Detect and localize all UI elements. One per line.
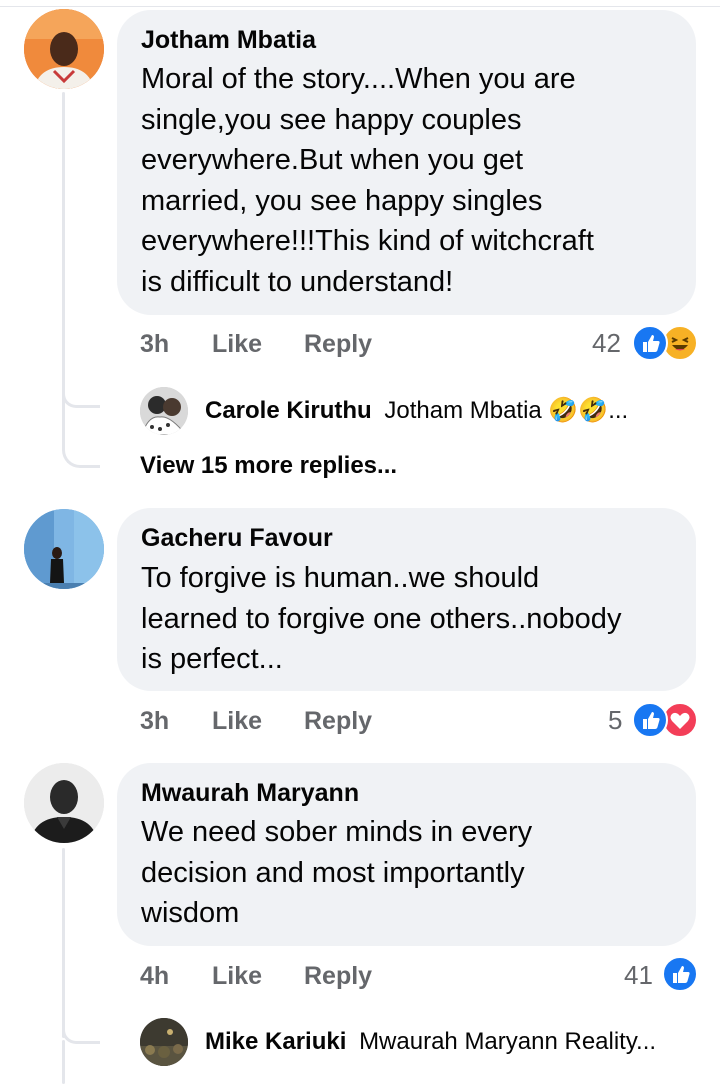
divider	[0, 6, 720, 7]
reply-preview[interactable]: Mike Kariuki Mwaurah Maryann Reality...	[205, 1028, 656, 1056]
reply-author[interactable]: Carole Kiruthu	[205, 397, 372, 424]
thread-line	[62, 848, 65, 1038]
like-icon[interactable]	[632, 325, 668, 361]
comment-time[interactable]: 3h	[140, 707, 169, 736]
like-button[interactable]: Like	[212, 962, 262, 991]
comment-author[interactable]: Mwaurah Maryann	[141, 779, 359, 808]
reply-author[interactable]: Mike Kariuki	[205, 1028, 346, 1055]
thread-connector	[62, 1020, 100, 1044]
reaction-count[interactable]: 42	[592, 328, 621, 359]
reaction-count[interactable]: 41	[624, 960, 653, 991]
like-icon[interactable]	[662, 956, 698, 992]
comment-author[interactable]: Gacheru Favour	[141, 524, 333, 553]
thread-connector	[62, 372, 100, 468]
comment-text: We need sober minds in every decision an…	[141, 816, 533, 930]
reply-avatar[interactable]	[140, 1018, 188, 1066]
thread-line	[62, 92, 65, 382]
comment-text: To forgive is human..we should learned t…	[141, 562, 622, 676]
comment-author[interactable]: Jotham Mbatia	[141, 26, 316, 55]
avatar[interactable]	[24, 9, 104, 89]
avatar[interactable]	[24, 763, 104, 843]
view-more-replies[interactable]: View 15 more replies...	[140, 452, 397, 480]
comment-time[interactable]: 4h	[140, 962, 169, 991]
avatar[interactable]	[24, 509, 104, 589]
reply-button[interactable]: Reply	[304, 962, 372, 991]
reaction-count[interactable]: 5	[608, 705, 622, 736]
reply-avatar[interactable]	[140, 387, 188, 435]
reply-button[interactable]: Reply	[304, 330, 372, 359]
comment-text: Moral of the story....When you are singl…	[141, 63, 594, 298]
reply-button[interactable]: Reply	[304, 707, 372, 736]
reply-preview[interactable]: Carole Kiruthu Jotham Mbatia 🤣🤣...	[205, 396, 628, 425]
like-icon[interactable]	[632, 702, 668, 738]
like-button[interactable]: Like	[212, 707, 262, 736]
reply-text: Mwaurah Maryann Reality...	[359, 1028, 657, 1055]
comment-time[interactable]: 3h	[140, 330, 169, 359]
reply-text: Jotham Mbatia 🤣🤣...	[384, 397, 629, 424]
thread-line	[62, 1040, 65, 1084]
like-button[interactable]: Like	[212, 330, 262, 359]
